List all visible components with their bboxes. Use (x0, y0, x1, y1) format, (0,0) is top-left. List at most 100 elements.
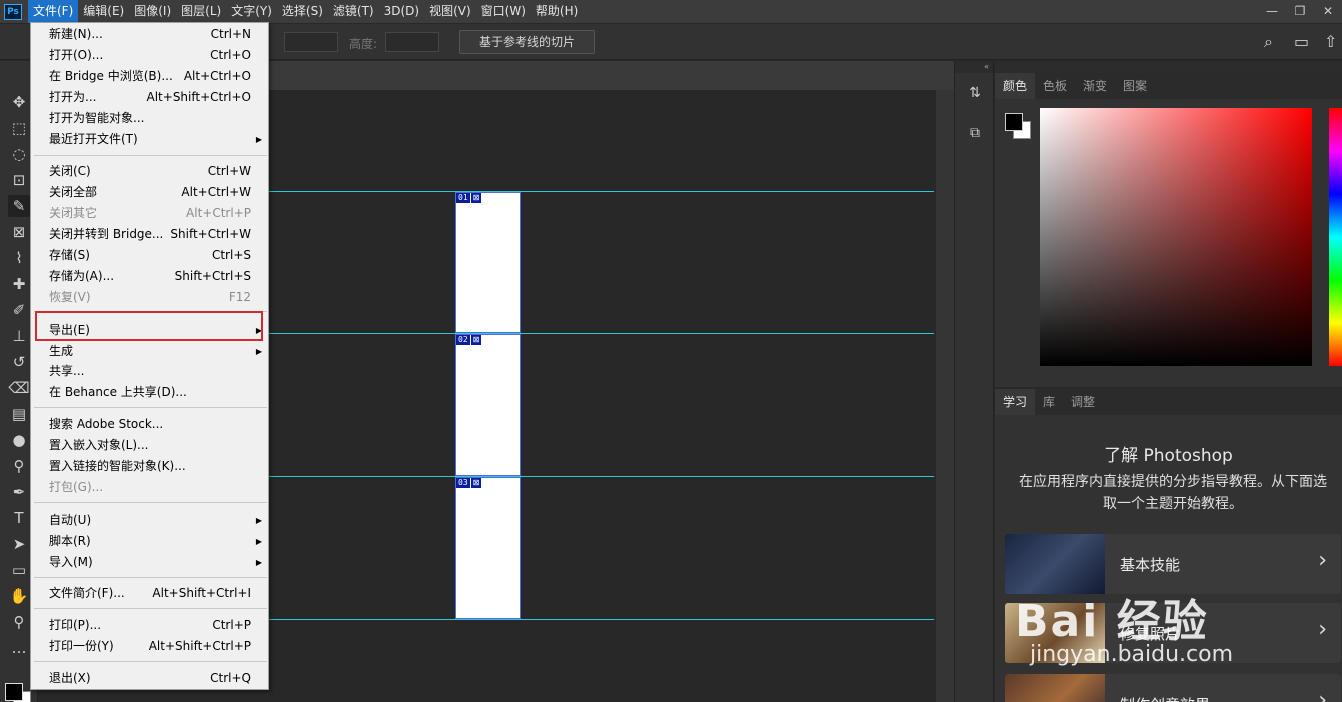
menu-item-share[interactable]: 共享... (32, 361, 268, 382)
menu-item-browse-bridge[interactable]: 在 Bridge 中浏览(B)... Alt+Ctrl+O (32, 66, 268, 87)
watermark-logo: Bai 经验 (1015, 596, 1209, 647)
menu-item-open-smart-object[interactable]: 打开为智能对象... (32, 108, 268, 129)
menu-item-open-as[interactable]: 打开为... Alt+Shift+Ctrl+O (32, 87, 268, 108)
guide-line (268, 333, 934, 334)
menu-help[interactable]: 帮助(H) (531, 0, 583, 23)
path-select-icon[interactable]: ➤ (8, 533, 30, 555)
frame-tool-icon[interactable]: ⊠ (8, 221, 30, 243)
history-panel-icon[interactable]: ⇅ (965, 85, 985, 105)
tab-libraries[interactable]: 库 (1035, 389, 1063, 415)
tutorial-thumbnail (1005, 674, 1105, 702)
menu-edit[interactable]: 编辑(E) (78, 0, 129, 23)
tab-learn[interactable]: 学习 (995, 389, 1036, 415)
restore-button[interactable]: ❐ (1286, 0, 1314, 23)
lasso-tool-icon[interactable]: ◌ (8, 143, 30, 165)
canvas-slice-rect[interactable] (455, 192, 521, 333)
pen-tool-icon[interactable]: ✒ (8, 481, 30, 503)
menu-layer[interactable]: 图层(L) (176, 0, 226, 23)
zoom-tool-icon[interactable]: ⚲ (8, 611, 30, 633)
height-field[interactable] (385, 32, 439, 52)
slices-from-guides-button[interactable]: 基于参考线的切片 (459, 30, 595, 54)
tab-color[interactable]: 颜色 (995, 73, 1036, 99)
menu-item-label: 打开为智能对象... (49, 111, 145, 125)
menu-item-open[interactable]: 打开(O)... Ctrl+O (32, 45, 268, 66)
menu-item-close-go-bridge[interactable]: 关闭并转到 Bridge... Shift+Ctrl+W (32, 224, 268, 245)
menu-item-save-as[interactable]: 存储为(A)... Shift+Ctrl+S (32, 266, 268, 287)
history-brush-icon[interactable]: ↺ (8, 351, 30, 373)
submenu-arrow-icon: ▶ (255, 558, 262, 567)
marquee-tool-icon[interactable]: ⬚ (8, 117, 30, 139)
menu-item-import[interactable]: 导入(M) ▶ (32, 552, 268, 573)
stamp-tool-icon[interactable]: ⊥ (8, 325, 30, 347)
workspace-icon[interactable]: ▭ (1294, 32, 1309, 51)
foreground-color-swatch[interactable] (5, 683, 23, 701)
canvas-scrollbar[interactable] (936, 90, 954, 702)
tab-adjustments[interactable]: 调整 (1063, 389, 1103, 415)
menu-item-recent-files[interactable]: 最近打开文件(T) ▶ (32, 129, 268, 150)
menu-item-label: 关闭并转到 Bridge... (49, 227, 164, 241)
share-icon[interactable]: ⇧ (1324, 32, 1337, 51)
menu-item-close[interactable]: 关闭(C) Ctrl+W (32, 161, 268, 182)
menu-view[interactable]: 视图(V) (424, 0, 476, 23)
menu-type[interactable]: 文字(Y) (226, 0, 277, 23)
tab-gradients[interactable]: 渐变 (1075, 73, 1115, 99)
dodge-tool-icon[interactable]: ⚲ (8, 455, 30, 477)
search-icon[interactable]: ⌕ (1264, 32, 1273, 52)
menu-item-print-one-copy[interactable]: 打印一份(Y) Alt+Shift+Ctrl+P (32, 636, 268, 657)
color-panel-tabs: 颜色 色板 渐变 图案 (995, 73, 1342, 99)
menu-item-search-stock[interactable]: 搜索 Adobe Stock... (32, 414, 268, 435)
close-button[interactable]: ✕ (1314, 0, 1342, 23)
object-select-tool-icon[interactable]: ⊡ (8, 169, 30, 191)
menu-item-save[interactable]: 存储(S) Ctrl+S (32, 245, 268, 266)
menu-file[interactable]: 文件(F) (28, 0, 79, 23)
menu-window[interactable]: 窗口(W) (476, 0, 531, 23)
color-field[interactable] (1040, 108, 1312, 366)
tab-swatches[interactable]: 色板 (1035, 73, 1075, 99)
menu-separator (34, 577, 267, 578)
move-tool-icon[interactable]: ✥ (8, 91, 30, 113)
watermark-url: jingyan.baidu.com (1030, 642, 1234, 667)
tutorial-card[interactable]: 制作创意效果 › (1005, 674, 1341, 702)
blur-tool-icon[interactable]: ● (8, 429, 30, 451)
3d-panel-icon[interactable]: ⧉ (965, 125, 985, 145)
menu-item-scripts[interactable]: 脚本(R) ▶ (32, 531, 268, 552)
canvas-slice-rect[interactable] (455, 334, 521, 476)
menu-image[interactable]: 图像(I) (129, 0, 176, 23)
menu-item-place-embedded[interactable]: 置入嵌入对象(L)... (32, 435, 268, 456)
menu-item-automate[interactable]: 自动(U) ▶ (32, 510, 268, 531)
gradient-tool-icon[interactable]: ▤ (8, 403, 30, 425)
menu-filter[interactable]: 滤镜(T) (328, 0, 379, 23)
menu-item-generate[interactable]: 生成 ▶ (32, 341, 268, 362)
menu-item-place-linked[interactable]: 置入链接的智能对象(K)... (32, 456, 268, 477)
menu-select[interactable]: 选择(S) (277, 0, 328, 23)
menu-item-label: 搜索 Adobe Stock... (49, 417, 164, 431)
menu-item-new[interactable]: 新建(N)... Ctrl+N (32, 24, 268, 45)
menu-item-shortcut: Shift+Ctrl+W (170, 227, 251, 241)
canvas-slice-rect[interactable] (455, 477, 521, 619)
menu-item-file-info[interactable]: 文件简介(F)... Alt+Shift+Ctrl+I (32, 583, 268, 604)
brush-tool-icon[interactable]: ✐ (8, 299, 30, 321)
guide-line (268, 619, 934, 620)
menu-item-exit[interactable]: 退出(X) Ctrl+Q (32, 668, 268, 689)
menu-item-shortcut: Shift+Ctrl+S (174, 269, 251, 283)
tutorial-label: 基本技能 (1120, 556, 1181, 574)
healing-brush-icon[interactable]: ✚ (8, 273, 30, 295)
slice-tool-icon[interactable]: ✎ (8, 195, 30, 217)
menu-3d[interactable]: 3D(D) (379, 0, 424, 23)
type-tool-icon[interactable]: T (8, 507, 30, 529)
hand-tool-icon[interactable]: ✋ (8, 585, 30, 607)
panel-foreground-swatch[interactable] (1005, 113, 1023, 131)
menu-item-shortcut: Ctrl+W (207, 164, 251, 178)
rectangle-tool-icon[interactable]: ▭ (8, 559, 30, 581)
menu-item-share-behance[interactable]: 在 Behance 上共享(D)... (32, 382, 268, 403)
tab-patterns[interactable]: 图案 (1115, 73, 1155, 99)
minimize-button[interactable]: — (1258, 0, 1286, 23)
menu-item-print[interactable]: 打印(P)... Ctrl+P (32, 615, 268, 636)
eyedropper-tool-icon[interactable]: ⌇ (8, 247, 30, 269)
hue-slider[interactable] (1329, 108, 1342, 366)
more-tools-icon[interactable]: … (8, 637, 30, 659)
collapse-dock-icon[interactable]: « (955, 61, 993, 73)
width-field[interactable] (284, 32, 338, 52)
eraser-tool-icon[interactable]: ⌫ (8, 377, 30, 399)
menu-item-close-all[interactable]: 关闭全部 Alt+Ctrl+W (32, 182, 268, 203)
